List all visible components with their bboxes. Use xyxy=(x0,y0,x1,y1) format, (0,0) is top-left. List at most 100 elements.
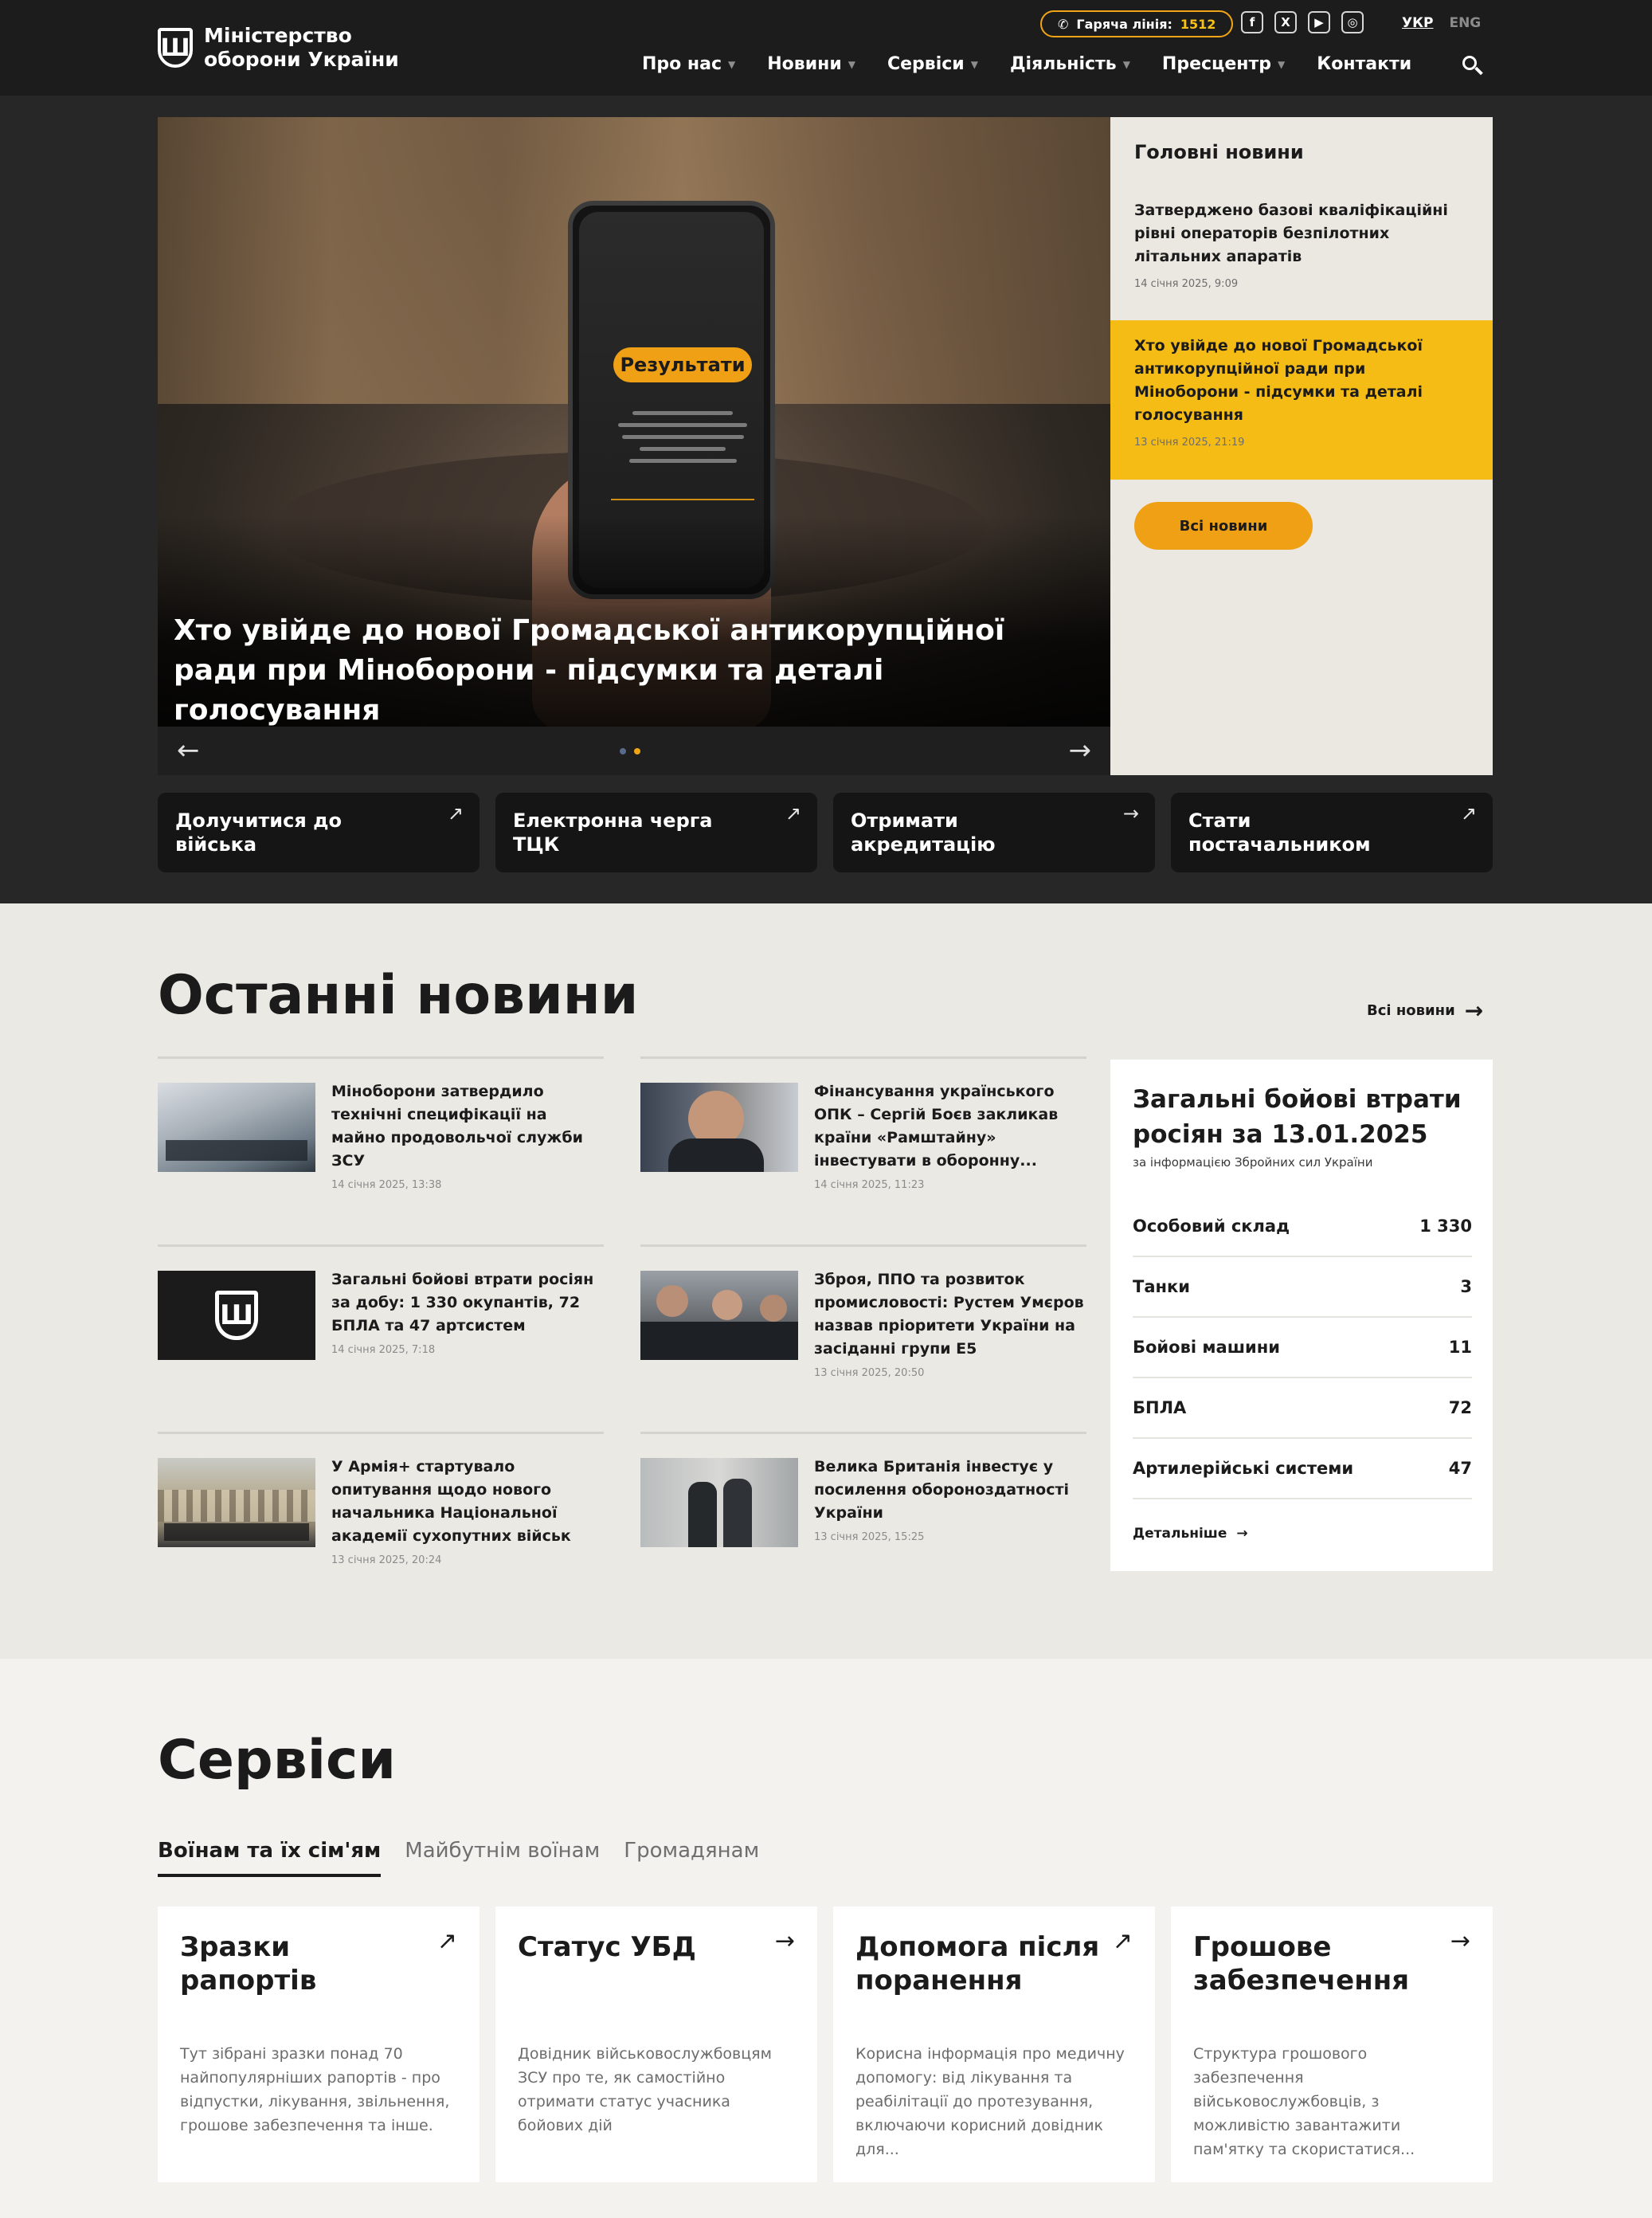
arrow-right-icon: → xyxy=(1122,802,1139,825)
news-thumbnail xyxy=(640,1271,798,1360)
arrow-right-icon[interactable]: → xyxy=(1069,735,1092,766)
losses-row: Артилерійські системи 47 xyxy=(1133,1439,1472,1499)
top-news-panel: Головні новини Затверджено базові кваліф… xyxy=(1110,117,1493,775)
hero-slider[interactable]: Результати Хто увійде до нової Громадськ… xyxy=(158,117,1110,775)
top-news-date: 13 січня 2025, 21:19 xyxy=(1134,437,1245,449)
hero-title[interactable]: Хто увійде до нової Громадської антикору… xyxy=(174,611,1098,731)
nav-activity[interactable]: Діяльність ▼ xyxy=(1010,54,1130,74)
nav-label: Діяльність xyxy=(1009,54,1117,74)
losses-label: Особовий склад xyxy=(1133,1217,1290,1236)
services-tabs: Воїнам та їх сім'ям Майбутнім воїнам Гро… xyxy=(158,1839,759,1877)
chevron-down-icon: ▼ xyxy=(970,58,978,70)
instagram-icon[interactable]: ◎ xyxy=(1341,11,1364,33)
service-card[interactable]: Статус УБД → Довідник військовослужбовця… xyxy=(495,1906,817,2182)
slider-dots xyxy=(620,748,640,754)
x-twitter-icon[interactable]: X xyxy=(1274,11,1297,33)
losses-more-link[interactable]: Детальніше → xyxy=(1133,1526,1248,1542)
losses-value: 11 xyxy=(1448,1338,1472,1357)
logo-text: Міністерство оборони України xyxy=(204,24,399,71)
quick-link-label: Отримати акредитацію xyxy=(851,809,996,856)
news-thumbnail xyxy=(158,1458,315,1547)
service-description: Структура грошового забезпечення військо… xyxy=(1193,2045,1415,2158)
quick-link-join-army[interactable]: Долучитися до війська ↗ xyxy=(158,793,480,872)
top-news-date: 14 січня 2025, 9:09 xyxy=(1134,278,1239,290)
social-links: f X ▶ ◎ xyxy=(1241,11,1364,33)
news-card[interactable]: Ш Загальні бойові втрати росіян за добу:… xyxy=(158,1244,604,1404)
external-arrow-icon: ↗ xyxy=(1112,1927,1133,1955)
news-date: 13 січня 2025, 20:50 xyxy=(814,1367,925,1379)
tab-future-warriors[interactable]: Майбутнім воїнам xyxy=(405,1839,600,1877)
losses-label: Танки xyxy=(1133,1277,1190,1296)
losses-row: Бойові машини 11 xyxy=(1133,1318,1472,1378)
external-arrow-icon: ↗ xyxy=(436,1927,457,1955)
news-title: Зброя, ППО та розвиток промисловості: Ру… xyxy=(814,1271,1084,1358)
trident-icon: Ш xyxy=(215,1291,258,1340)
news-thumbnail xyxy=(158,1083,315,1172)
all-news-link[interactable]: Всі новини → xyxy=(1367,997,1483,1024)
news-card[interactable]: У Армія+ стартувало опитування щодо ново… xyxy=(158,1432,604,1591)
slider-dot[interactable] xyxy=(620,748,626,754)
quick-link-tck-queue[interactable]: Електронна черга ТЦК ↗ xyxy=(495,793,817,872)
arrow-left-icon[interactable]: ← xyxy=(177,735,200,766)
youtube-icon[interactable]: ▶ xyxy=(1308,11,1330,33)
service-card[interactable]: Грошове забезпечення → Структура грошово… xyxy=(1171,1906,1493,2182)
news-card[interactable]: Міноборони затвердило технічні специфіка… xyxy=(158,1056,604,1216)
top-news-heading: Головні новини xyxy=(1134,141,1304,163)
arrow-right-icon: → xyxy=(1464,997,1484,1024)
facebook-icon[interactable]: f xyxy=(1241,11,1263,33)
hotline-badge[interactable]: ✆ Гаряча лінія: 1512 xyxy=(1040,10,1234,37)
nav-news[interactable]: Новини ▼ xyxy=(767,54,855,74)
arrow-right-icon: → xyxy=(1450,1927,1470,1955)
losses-label: БПЛА xyxy=(1133,1398,1187,1417)
slider-dot-active[interactable] xyxy=(634,748,640,754)
top-news-item-highlighted[interactable]: Хто увійде до нової Громадської антикору… xyxy=(1110,320,1493,480)
nav-press[interactable]: Пресцентр ▼ xyxy=(1162,54,1285,74)
losses-row: БПЛА 72 xyxy=(1133,1378,1472,1439)
news-title: Фінансування українського ОПК – Сергій Б… xyxy=(814,1083,1059,1170)
service-title: Грошове забезпечення xyxy=(1193,1931,1410,1997)
all-news-label: Всі новини xyxy=(1367,1002,1455,1019)
chevron-down-icon: ▼ xyxy=(848,58,855,70)
news-thumbnail: Ш xyxy=(158,1271,315,1360)
quick-link-supplier[interactable]: Стати постачальником ↗ xyxy=(1171,793,1493,872)
news-title: У Армія+ стартувало опитування щодо ново… xyxy=(331,1458,571,1545)
losses-value: 72 xyxy=(1448,1398,1472,1417)
combat-losses-panel: Загальні бойові втрати росіян за 13.01.2… xyxy=(1110,1060,1493,1571)
news-title: Міноборони затвердило технічні специфіка… xyxy=(331,1083,583,1170)
all-news-button[interactable]: Всі новини xyxy=(1134,502,1313,550)
service-title: Допомога після поранення xyxy=(855,1931,1100,1997)
news-title: Велика Британія інвестує у посилення обо… xyxy=(814,1458,1070,1522)
hotline-label: Гаряча лінія: xyxy=(1076,16,1172,32)
news-card[interactable]: Велика Британія інвестує у посилення обо… xyxy=(640,1432,1086,1591)
news-date: 14 січня 2025, 13:38 xyxy=(331,1179,442,1191)
hotline-number: 1512 xyxy=(1180,16,1216,32)
losses-subtitle: за інформацією Збройних сил України xyxy=(1133,1155,1373,1170)
news-date: 14 січня 2025, 7:18 xyxy=(331,1344,436,1356)
news-thumbnail xyxy=(640,1458,798,1547)
top-news-item[interactable]: Затверджено базові кваліфікаційні рівні … xyxy=(1110,199,1493,290)
nav-label: Про нас xyxy=(642,54,722,74)
site-logo[interactable]: Ш Міністерство оборони України xyxy=(158,24,411,72)
top-news-title: Затверджено базові кваліфікаційні рівні … xyxy=(1134,202,1448,265)
service-card[interactable]: Зразки рапортів ↗ Тут зібрані зразки пон… xyxy=(158,1906,480,2182)
news-card[interactable]: Фінансування українського ОПК – Сергій Б… xyxy=(640,1056,1086,1216)
site-header: Ш Міністерство оборони України ✆ Гаряча … xyxy=(0,0,1652,96)
search-icon[interactable] xyxy=(1461,54,1485,78)
news-date: 14 січня 2025, 11:23 xyxy=(814,1179,925,1191)
news-card[interactable]: Зброя, ППО та розвиток промисловості: Ру… xyxy=(640,1244,1086,1404)
tab-citizens[interactable]: Громадянам xyxy=(624,1839,759,1877)
tab-warriors-families[interactable]: Воїнам та їх сім'ям xyxy=(158,1839,382,1877)
nav-contacts[interactable]: Контакти xyxy=(1317,54,1411,74)
lang-ukr[interactable]: УКР xyxy=(1402,15,1433,31)
external-arrow-icon: ↗ xyxy=(1460,802,1477,825)
nav-about[interactable]: Про нас ▼ xyxy=(642,54,735,74)
losses-label: Бойові машини xyxy=(1133,1338,1280,1357)
slider-controls: ← → xyxy=(158,727,1110,775)
quick-link-accreditation[interactable]: Отримати акредитацію → xyxy=(833,793,1155,872)
phone-icon: ✆ xyxy=(1058,16,1069,32)
service-card[interactable]: Допомога після поранення ↗ Корисна інфор… xyxy=(833,1906,1155,2182)
lang-eng[interactable]: ENG xyxy=(1449,15,1481,31)
trident-logo-icon: Ш xyxy=(158,28,193,68)
nav-services[interactable]: Сервіси ▼ xyxy=(887,54,978,74)
phone-results-pill: Результати xyxy=(613,347,752,382)
